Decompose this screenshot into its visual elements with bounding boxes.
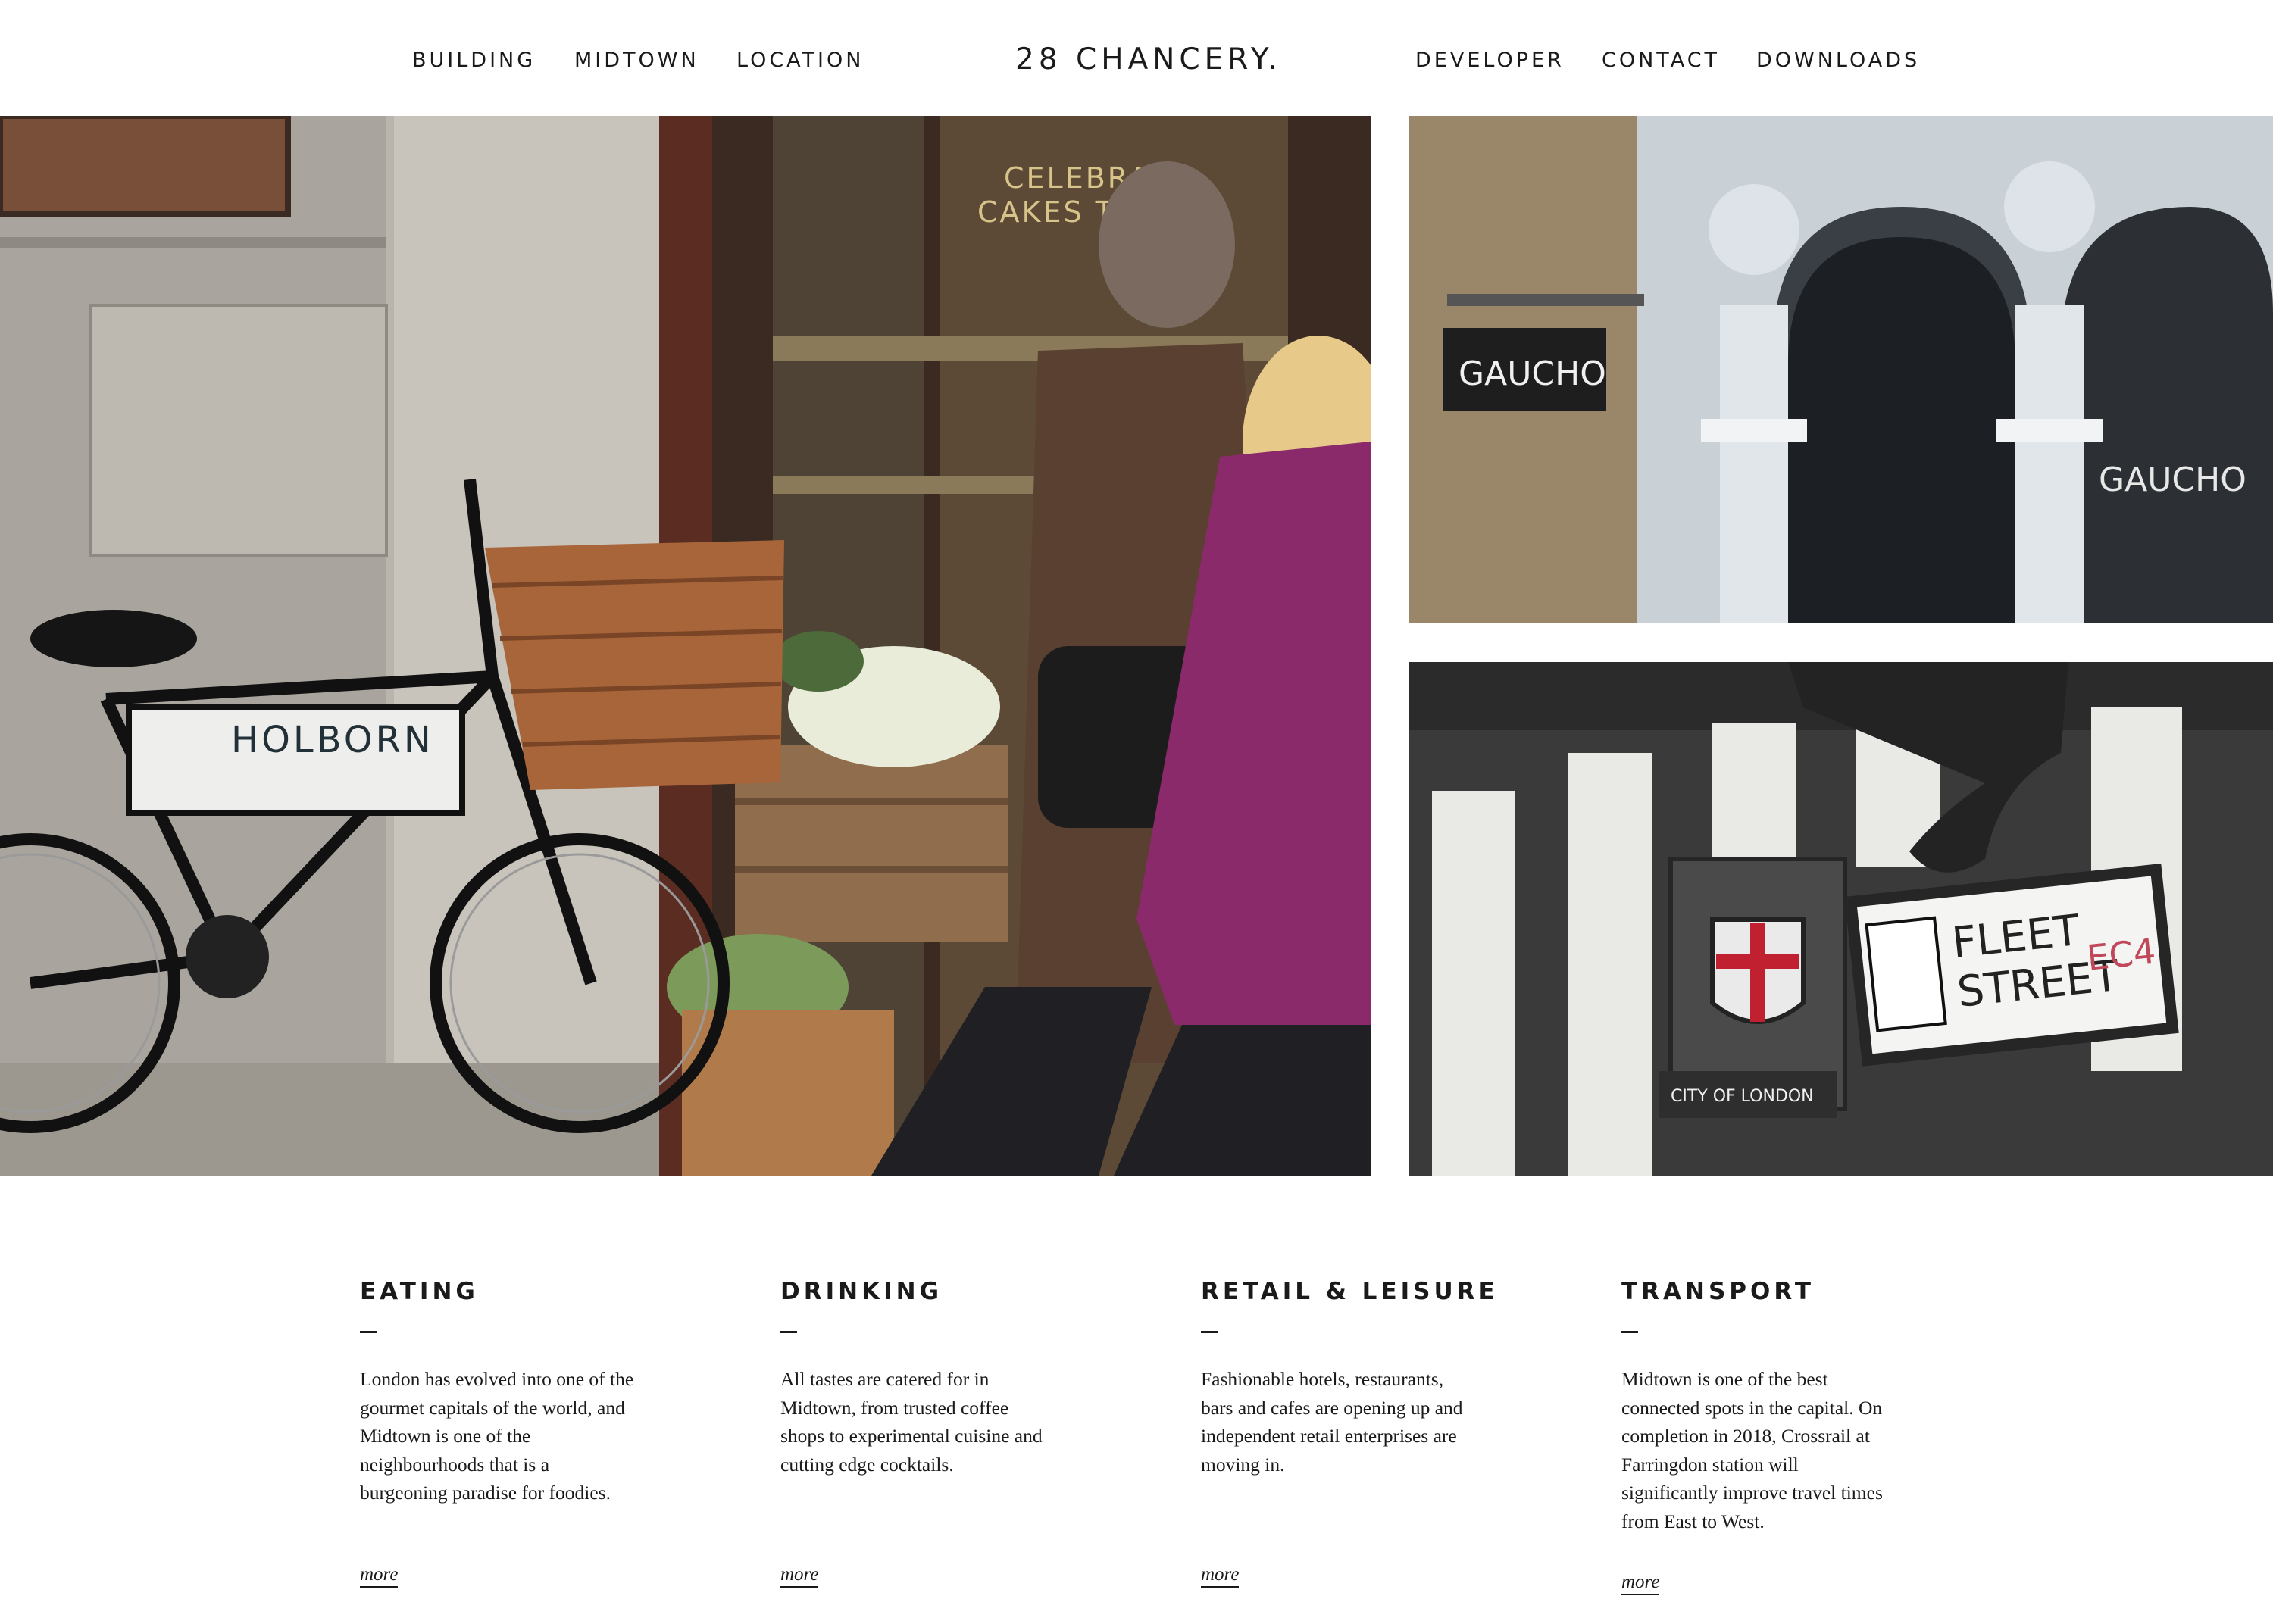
gaucho-window-text: GAUCHO [2099,461,2246,499]
heading-rule [1621,1331,1638,1333]
nav-location-link[interactable]: LOCATION [736,48,864,72]
fleet-street-sign-photo: CITY OF LONDON FLEET STREET EC4 [1409,662,2273,1176]
heading-rule [780,1331,797,1333]
drinking-heading: DRINKING [780,1278,943,1305]
nav-midtown-link[interactable]: MIDTOWN [574,48,699,72]
drinking-section: DRINKING All tastes are catered for in M… [780,1275,1083,1588]
eating-heading: EATING [360,1278,479,1305]
retail-leisure-heading: RETAIL & LEISURE [1201,1278,1499,1305]
nav-building-link[interactable]: BUILDING [412,48,536,72]
nav-contact-link[interactable]: CONTACT [1602,48,1720,72]
eating-section: EATING London has evolved into one of th… [360,1275,663,1588]
holborn-bicycle-photo: CELEBRAT CAKES TO HOLBORN [0,116,1371,1176]
retail-leisure-more-link[interactable]: more [1201,1564,1240,1588]
transport-more-link[interactable]: more [1621,1572,1660,1595]
eating-more-link[interactable]: more [360,1564,399,1588]
heading-rule [1201,1331,1218,1333]
transport-section: TRANSPORT Midtown is one of the best con… [1621,1275,1924,1595]
transport-heading: TRANSPORT [1621,1278,1815,1305]
transport-description: Midtown is one of the best connected spo… [1621,1368,1883,1532]
bike-sign-text: HOLBORN [231,719,434,761]
gaucho-sign-text: GAUCHO [1459,354,1606,393]
nav-downloads-link[interactable]: DOWNLOADS [1756,48,1920,72]
street-sign-postcode: EC4 [2085,931,2158,979]
heading-rule [360,1331,377,1333]
retail-leisure-section: RETAIL & LEISURE Fashionable hotels, res… [1201,1275,1504,1588]
drinking-description: All tastes are catered for in Midtown, f… [780,1368,1043,1476]
nav-developer-link[interactable]: DEVELOPER [1415,48,1565,72]
gaucho-facade-photo: GAUCHO GAUCHO [1409,116,2273,623]
retail-leisure-description: Fashionable hotels, restaurants, bars an… [1201,1368,1463,1476]
site-logo[interactable]: 28 CHANCERY. [1015,42,1281,77]
eating-description: London has evolved into one of the gourm… [360,1368,634,1504]
top-navigation: BUILDING MIDTOWN LOCATION 28 CHANCERY. D… [0,0,2273,116]
crest-plaque-text: CITY OF LONDON [1671,1087,1814,1106]
drinking-more-link[interactable]: more [780,1564,819,1588]
